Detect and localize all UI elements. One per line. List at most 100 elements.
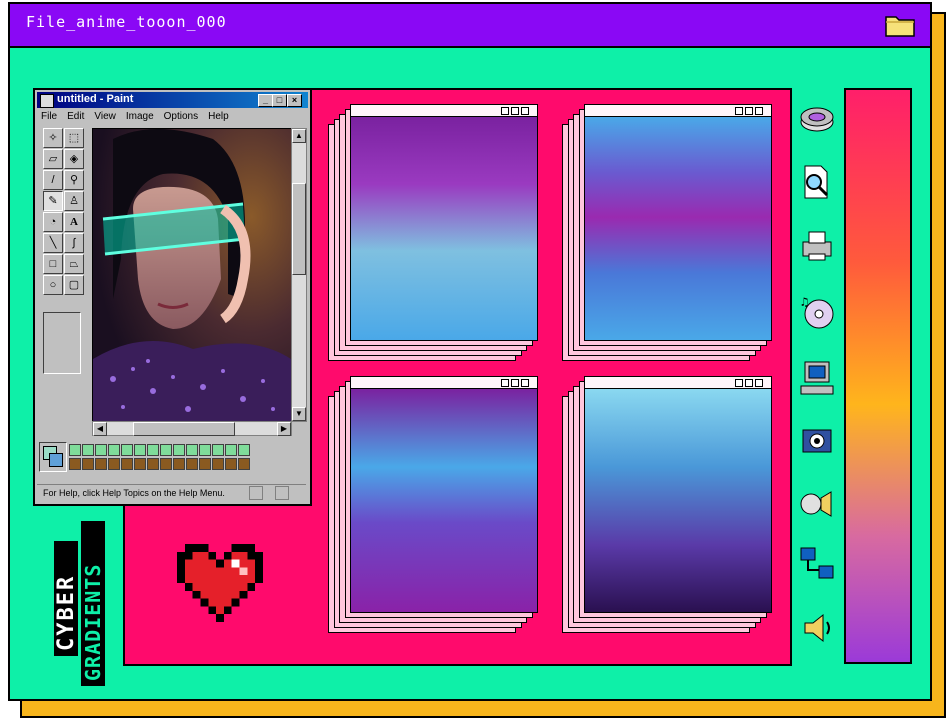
side-gradient-bar <box>844 88 912 664</box>
gradient-window-titlebar[interactable] <box>585 377 771 389</box>
palette-swatch[interactable] <box>173 444 185 456</box>
camera-icon[interactable] <box>797 420 837 460</box>
window-close-icon[interactable] <box>755 107 763 115</box>
window-max-icon[interactable] <box>511 379 519 387</box>
palette-swatch[interactable] <box>225 444 237 456</box>
paint-title-bar: untitled - Paint _ □ × <box>37 92 308 108</box>
horizontal-scrollbar[interactable]: ◀ ▶ <box>92 421 292 436</box>
gradient-window[interactable] <box>350 104 538 341</box>
gradient-window-titlebar[interactable] <box>351 105 537 117</box>
window-min-icon[interactable] <box>735 107 743 115</box>
current-colors[interactable] <box>39 442 67 472</box>
computer-icon[interactable] <box>797 358 837 398</box>
palette-swatch[interactable] <box>173 458 185 470</box>
window-min-icon[interactable] <box>735 379 743 387</box>
palette-swatch[interactable] <box>160 458 172 470</box>
ellipse-icon[interactable]: ○ <box>43 275 63 295</box>
text-tool-icon[interactable]: A <box>64 212 84 232</box>
palette-swatch[interactable] <box>69 458 81 470</box>
palette-swatch[interactable] <box>225 458 237 470</box>
scroll-up-icon[interactable]: ▲ <box>292 129 306 143</box>
rounded-rect-icon[interactable]: ▢ <box>64 275 84 295</box>
palette-swatch[interactable] <box>82 458 94 470</box>
palette-swatch[interactable] <box>212 458 224 470</box>
palette-swatch[interactable] <box>212 444 224 456</box>
polygon-icon[interactable]: ⏢ <box>64 254 84 274</box>
menu-image[interactable]: Image <box>126 111 154 125</box>
sound-settings-icon[interactable] <box>797 482 837 522</box>
gradient-window[interactable] <box>584 104 772 341</box>
vertical-scrollbar[interactable]: ▲ ▼ <box>291 128 307 422</box>
pencil-icon[interactable]: ✎ <box>43 191 63 211</box>
airbrush-icon[interactable]: ◔ <box>43 212 63 232</box>
window-close-icon[interactable] <box>521 107 529 115</box>
status-bar: For Help, click Help Topics on the Help … <box>37 484 306 501</box>
window-max-icon[interactable] <box>511 107 519 115</box>
gradient-window[interactable] <box>584 376 772 613</box>
paint-canvas[interactable] <box>92 128 292 422</box>
window-close-icon[interactable] <box>521 379 529 387</box>
rectangle-icon[interactable]: □ <box>43 254 63 274</box>
color-palette <box>39 442 305 474</box>
menu-view[interactable]: View <box>94 111 116 125</box>
hscroll-thumb[interactable] <box>133 422 235 436</box>
palette-swatch[interactable] <box>199 458 211 470</box>
window-min-icon[interactable] <box>501 107 509 115</box>
folder-icon[interactable] <box>884 12 916 38</box>
close-icon[interactable]: × <box>287 94 302 107</box>
scroll-left-icon[interactable]: ◀ <box>93 422 107 436</box>
palette-swatch[interactable] <box>82 444 94 456</box>
palette-swatch[interactable] <box>95 444 107 456</box>
palette-swatch[interactable] <box>69 444 81 456</box>
palette-swatch[interactable] <box>121 444 133 456</box>
palette-swatch[interactable] <box>147 458 159 470</box>
palette-swatch[interactable] <box>108 444 120 456</box>
tool-options[interactable] <box>43 312 81 374</box>
gradient-window-titlebar[interactable] <box>351 377 537 389</box>
gradient-window-titlebar[interactable] <box>585 105 771 117</box>
window-close-icon[interactable] <box>755 379 763 387</box>
fill-icon[interactable]: ◈ <box>64 149 84 169</box>
color-picker-icon[interactable]: / <box>43 170 63 190</box>
scroll-right-icon[interactable]: ▶ <box>277 422 291 436</box>
gradient-window-stack <box>328 376 538 641</box>
free-select-icon[interactable]: ✧ <box>43 128 63 148</box>
window-max-icon[interactable] <box>745 107 753 115</box>
network-icon[interactable] <box>797 544 837 584</box>
scroll-thumb[interactable] <box>292 183 306 275</box>
eraser-icon[interactable]: ▱ <box>43 149 63 169</box>
menu-file[interactable]: File <box>41 111 57 125</box>
palette-swatch[interactable] <box>199 444 211 456</box>
window-max-icon[interactable] <box>745 379 753 387</box>
status-text: For Help, click Help Topics on the Help … <box>43 488 225 498</box>
palette-swatch[interactable] <box>186 458 198 470</box>
minimize-icon[interactable]: _ <box>258 94 273 107</box>
palette-swatch[interactable] <box>121 458 133 470</box>
speaker-icon[interactable] <box>797 608 837 648</box>
brush-icon[interactable]: ♙ <box>64 191 84 211</box>
music-cd-icon[interactable]: ♫ <box>797 292 837 332</box>
file-search-icon[interactable] <box>797 162 837 202</box>
palette-swatch[interactable] <box>108 458 120 470</box>
magnifier-icon[interactable]: ⚲ <box>64 170 84 190</box>
scroll-down-icon[interactable]: ▼ <box>292 407 306 421</box>
palette-swatch[interactable] <box>95 458 107 470</box>
window-min-icon[interactable] <box>501 379 509 387</box>
palette-swatch[interactable] <box>160 444 172 456</box>
palette-swatch[interactable] <box>238 458 250 470</box>
curve-icon[interactable]: ∫ <box>64 233 84 253</box>
line-icon[interactable]: ╲ <box>43 233 63 253</box>
disk-drive-icon[interactable] <box>797 100 837 140</box>
menu-help[interactable]: Help <box>208 111 229 125</box>
printer-icon[interactable] <box>797 226 837 266</box>
maximize-icon[interactable]: □ <box>272 94 287 107</box>
menu-options[interactable]: Options <box>164 111 198 125</box>
palette-swatch[interactable] <box>238 444 250 456</box>
palette-swatch[interactable] <box>147 444 159 456</box>
palette-swatch[interactable] <box>134 458 146 470</box>
menu-edit[interactable]: Edit <box>67 111 84 125</box>
palette-swatch[interactable] <box>186 444 198 456</box>
palette-swatch[interactable] <box>134 444 146 456</box>
gradient-window[interactable] <box>350 376 538 613</box>
rect-select-icon[interactable]: ⬚ <box>64 128 84 148</box>
